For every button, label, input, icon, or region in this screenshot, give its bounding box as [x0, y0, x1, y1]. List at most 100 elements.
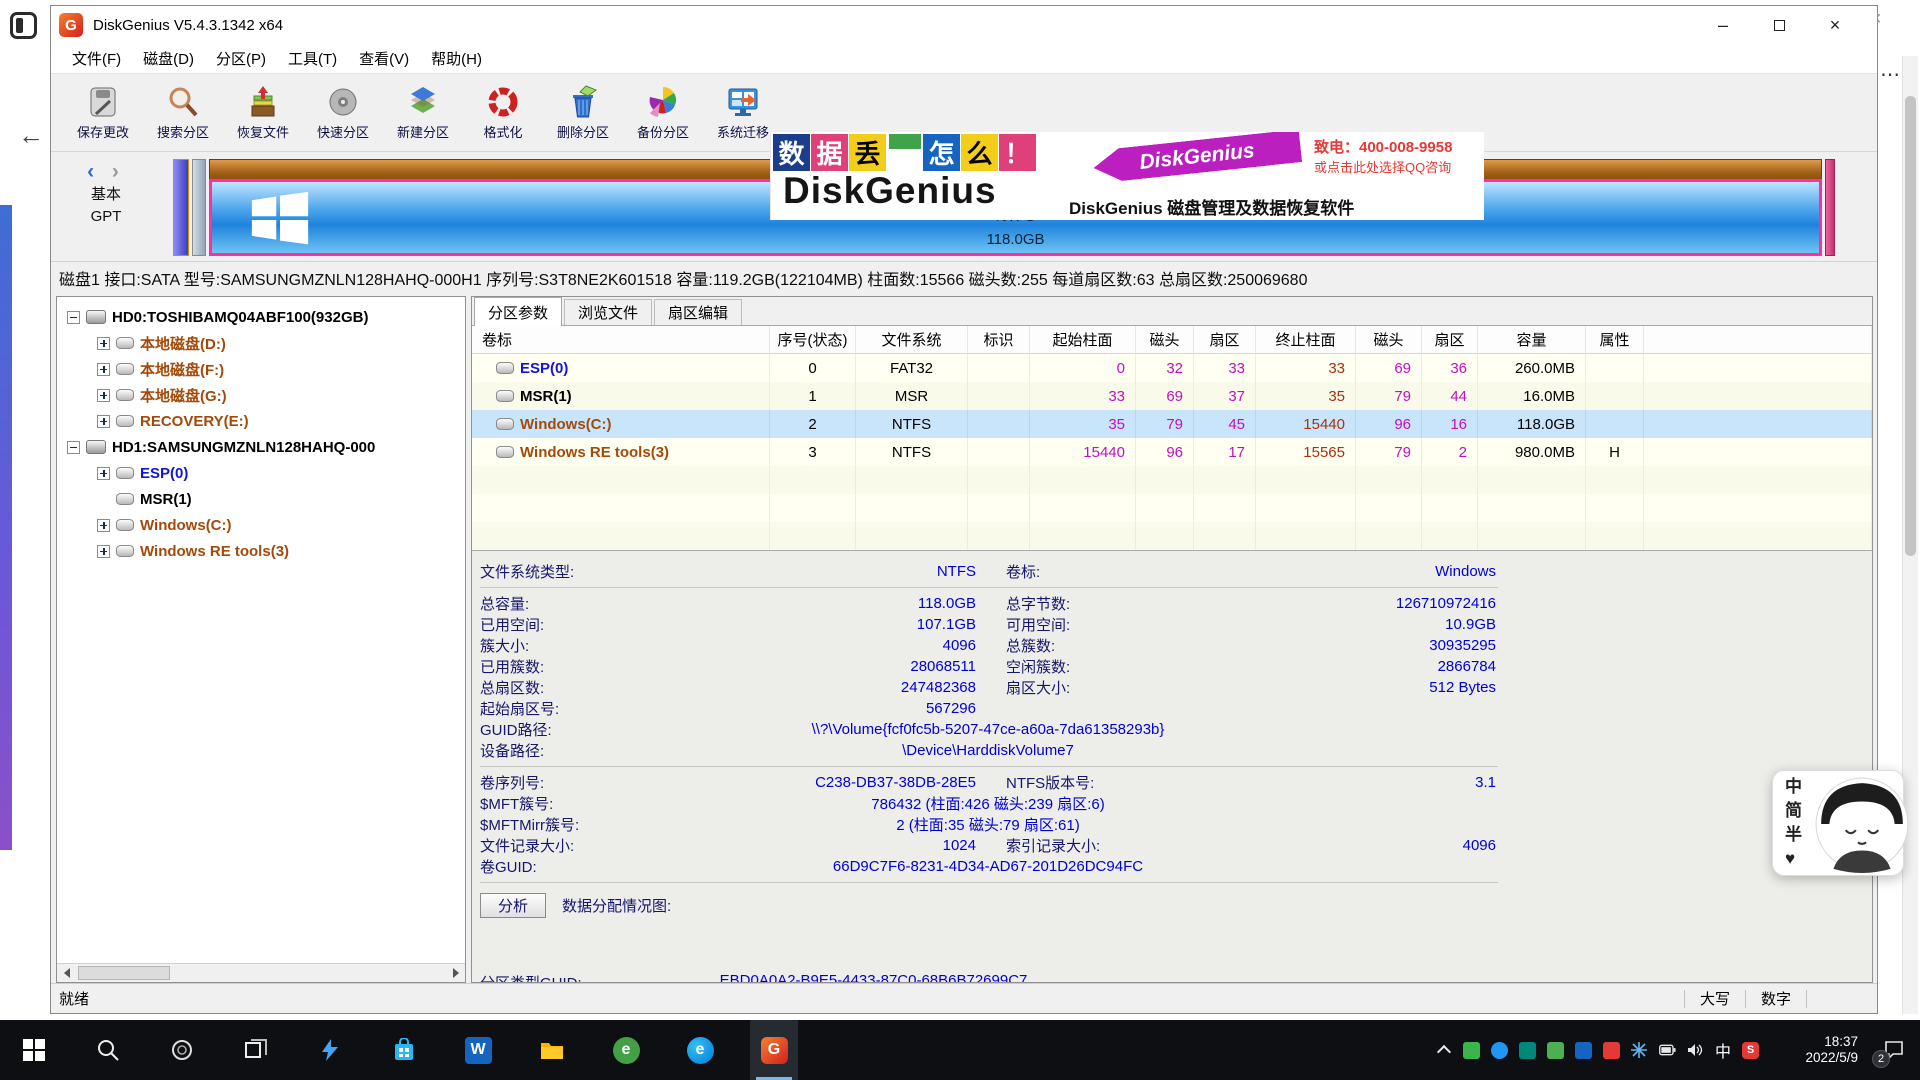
col-header[interactable]: 属性: [1586, 326, 1644, 354]
tree-horizontal-scrollbar[interactable]: [57, 963, 465, 982]
tree-item-hd1[interactable]: HD1:SAMSUNGMZNLN128HAHQ-000: [57, 434, 465, 460]
save-changes-button[interactable]: 保存更改: [63, 77, 143, 149]
background-more-icon[interactable]: ⋯: [1880, 62, 1901, 87]
tab-browse-files[interactable]: 浏览文件: [564, 299, 652, 325]
tree-item-recovery-e[interactable]: RECOVERY(E:): [57, 408, 465, 434]
tree-item-local-g[interactable]: 本地磁盘(G:): [57, 382, 465, 408]
col-header[interactable]: 终止柱面: [1256, 326, 1356, 354]
battery-icon[interactable]: [1659, 1042, 1676, 1059]
minimize-button[interactable]: –: [1695, 6, 1751, 44]
table-row-windows-re[interactable]: Windows RE tools(3) 3 NTFS 15440 96 17 1…: [472, 438, 1872, 466]
col-header[interactable]: 扇区: [1422, 326, 1478, 354]
delete-partition-button[interactable]: 删除分区: [543, 77, 623, 149]
taskbar-search-button[interactable]: [84, 1020, 132, 1080]
backup-partition-button[interactable]: 备份分区: [623, 77, 703, 149]
promo-banner[interactable]: 数 据 丢 怎 么 ！ DiskGenius DiskGenius 致电：400…: [770, 132, 1484, 220]
next-disk-arrow[interactable]: ›: [112, 160, 125, 183]
expand-icon[interactable]: [97, 337, 110, 350]
partition-block-re-tools[interactable]: [1825, 159, 1835, 256]
pinned-app-word[interactable]: W: [454, 1020, 502, 1080]
expand-icon[interactable]: [97, 389, 110, 402]
format-button[interactable]: 格式化: [463, 77, 543, 149]
col-header[interactable]: 序号(状态): [770, 326, 856, 354]
taskbar-clock[interactable]: 18:37 2022/5/9: [1770, 1034, 1858, 1066]
menu-tools[interactable]: 工具(T): [277, 48, 348, 69]
ime-mode-halfwidth[interactable]: 半: [1785, 823, 1802, 847]
menu-disk[interactable]: 磁盘(D): [132, 48, 205, 69]
table-row-windows-c-selected[interactable]: Windows(C:) 2 NTFS 35 79 45 15440 96 16 …: [472, 410, 1872, 438]
snowflake-icon[interactable]: [1631, 1042, 1648, 1059]
tray-icon-blue-square[interactable]: [1575, 1042, 1592, 1059]
scroll-left-arrow[interactable]: [57, 964, 76, 982]
tree-item-local-f[interactable]: 本地磁盘(F:): [57, 356, 465, 382]
col-header[interactable]: 磁头: [1356, 326, 1422, 354]
expand-icon[interactable]: [97, 545, 110, 558]
tree-item-windows-c[interactable]: Windows(C:): [57, 512, 465, 538]
hidden-icons-chevron[interactable]: [1437, 1045, 1451, 1059]
quick-partition-button[interactable]: 快速分区: [303, 77, 383, 149]
partition-block-esp[interactable]: [173, 159, 189, 256]
volume-icon[interactable]: [1687, 1042, 1704, 1059]
banner-phone[interactable]: 致电：400-008-9958: [1314, 136, 1452, 157]
tree-item-msr[interactable]: MSR(1): [57, 486, 465, 512]
col-header[interactable]: 卷标: [472, 326, 770, 354]
tray-icon-red[interactable]: [1603, 1042, 1620, 1059]
pinned-app-edge[interactable]: e: [676, 1020, 724, 1080]
menu-partition[interactable]: 分区(P): [205, 48, 277, 69]
background-back-arrow-icon[interactable]: ←: [18, 120, 44, 151]
recover-files-button[interactable]: 恢复文件: [223, 77, 303, 149]
cortana-button[interactable]: [158, 1020, 206, 1080]
menu-help[interactable]: 帮助(H): [420, 48, 493, 69]
sogou-icon[interactable]: S: [1742, 1042, 1759, 1059]
expand-icon[interactable]: [97, 519, 110, 532]
col-header[interactable]: 扇区: [1194, 326, 1256, 354]
ime-mode-simplified[interactable]: 简: [1785, 799, 1802, 823]
pinned-app-file-explorer[interactable]: [528, 1020, 576, 1080]
search-partition-button[interactable]: 搜索分区: [143, 77, 223, 149]
col-header[interactable]: 磁头: [1136, 326, 1194, 354]
start-button[interactable]: [10, 1020, 58, 1080]
expand-icon[interactable]: [97, 415, 110, 428]
tree-item-local-d[interactable]: 本地磁盘(D:): [57, 330, 465, 356]
partition-block-msr[interactable]: [192, 159, 206, 256]
scrollbar-thumb[interactable]: [78, 966, 170, 980]
taskbar-app-diskgenius-active[interactable]: G: [750, 1020, 798, 1080]
collapse-icon[interactable]: [67, 311, 80, 324]
expand-icon[interactable]: [97, 467, 110, 480]
analyze-button[interactable]: 分析: [480, 893, 546, 918]
tree-item-esp[interactable]: ESP(0): [57, 460, 465, 486]
col-header[interactable]: 文件系统: [856, 326, 968, 354]
tray-icon-blue-circle[interactable]: [1491, 1042, 1508, 1059]
close-button[interactable]: ×: [1807, 6, 1863, 44]
tree-item-hd0[interactable]: HD0:TOSHIBAMQ04ABF100(932GB): [57, 304, 465, 330]
menu-view[interactable]: 查看(V): [348, 48, 420, 69]
tray-icon-green[interactable]: [1463, 1042, 1480, 1059]
banner-qq-link[interactable]: 或点击此处选择QQ咨询: [1314, 157, 1451, 176]
pinned-app-green-browser[interactable]: e: [602, 1020, 650, 1080]
action-center-button[interactable]: 2: [1874, 1020, 1914, 1080]
tray-icon-green-square[interactable]: [1547, 1042, 1564, 1059]
collapse-icon[interactable]: [67, 441, 80, 454]
expand-icon[interactable]: [97, 363, 110, 376]
pinned-app-store[interactable]: [380, 1020, 428, 1080]
task-view-button[interactable]: [232, 1020, 280, 1080]
maximize-button[interactable]: [1751, 6, 1807, 44]
ime-mode-chinese[interactable]: 中: [1785, 775, 1802, 799]
tab-partition-params[interactable]: 分区参数: [474, 297, 562, 326]
ime-heart-icon[interactable]: ♥: [1785, 847, 1802, 871]
menu-file[interactable]: 文件(F): [61, 48, 132, 69]
ime-language-indicator[interactable]: 中: [1715, 1038, 1731, 1062]
background-scrollbar-thumb[interactable]: [1905, 96, 1916, 556]
table-row-msr[interactable]: MSR(1) 1 MSR 33 69 37 35 79 44 16.0MB: [472, 382, 1872, 410]
ime-floating-widget[interactable]: 中 简 半 ♥: [1772, 770, 1904, 876]
tree-item-windows-re[interactable]: Windows RE tools(3): [57, 538, 465, 564]
col-header[interactable]: 起始柱面: [1030, 326, 1136, 354]
prev-disk-arrow[interactable]: ‹: [87, 160, 100, 183]
col-header[interactable]: 容量: [1478, 326, 1586, 354]
pinned-app-lightning[interactable]: [306, 1020, 354, 1080]
scroll-right-arrow[interactable]: [446, 964, 465, 982]
tray-icon-teal[interactable]: [1519, 1042, 1536, 1059]
tab-sector-edit[interactable]: 扇区编辑: [654, 299, 742, 325]
table-row-esp[interactable]: ESP(0) 0 FAT32 0 32 33 33 69 36 260.0MB: [472, 354, 1872, 382]
new-partition-button[interactable]: 新建分区: [383, 77, 463, 149]
